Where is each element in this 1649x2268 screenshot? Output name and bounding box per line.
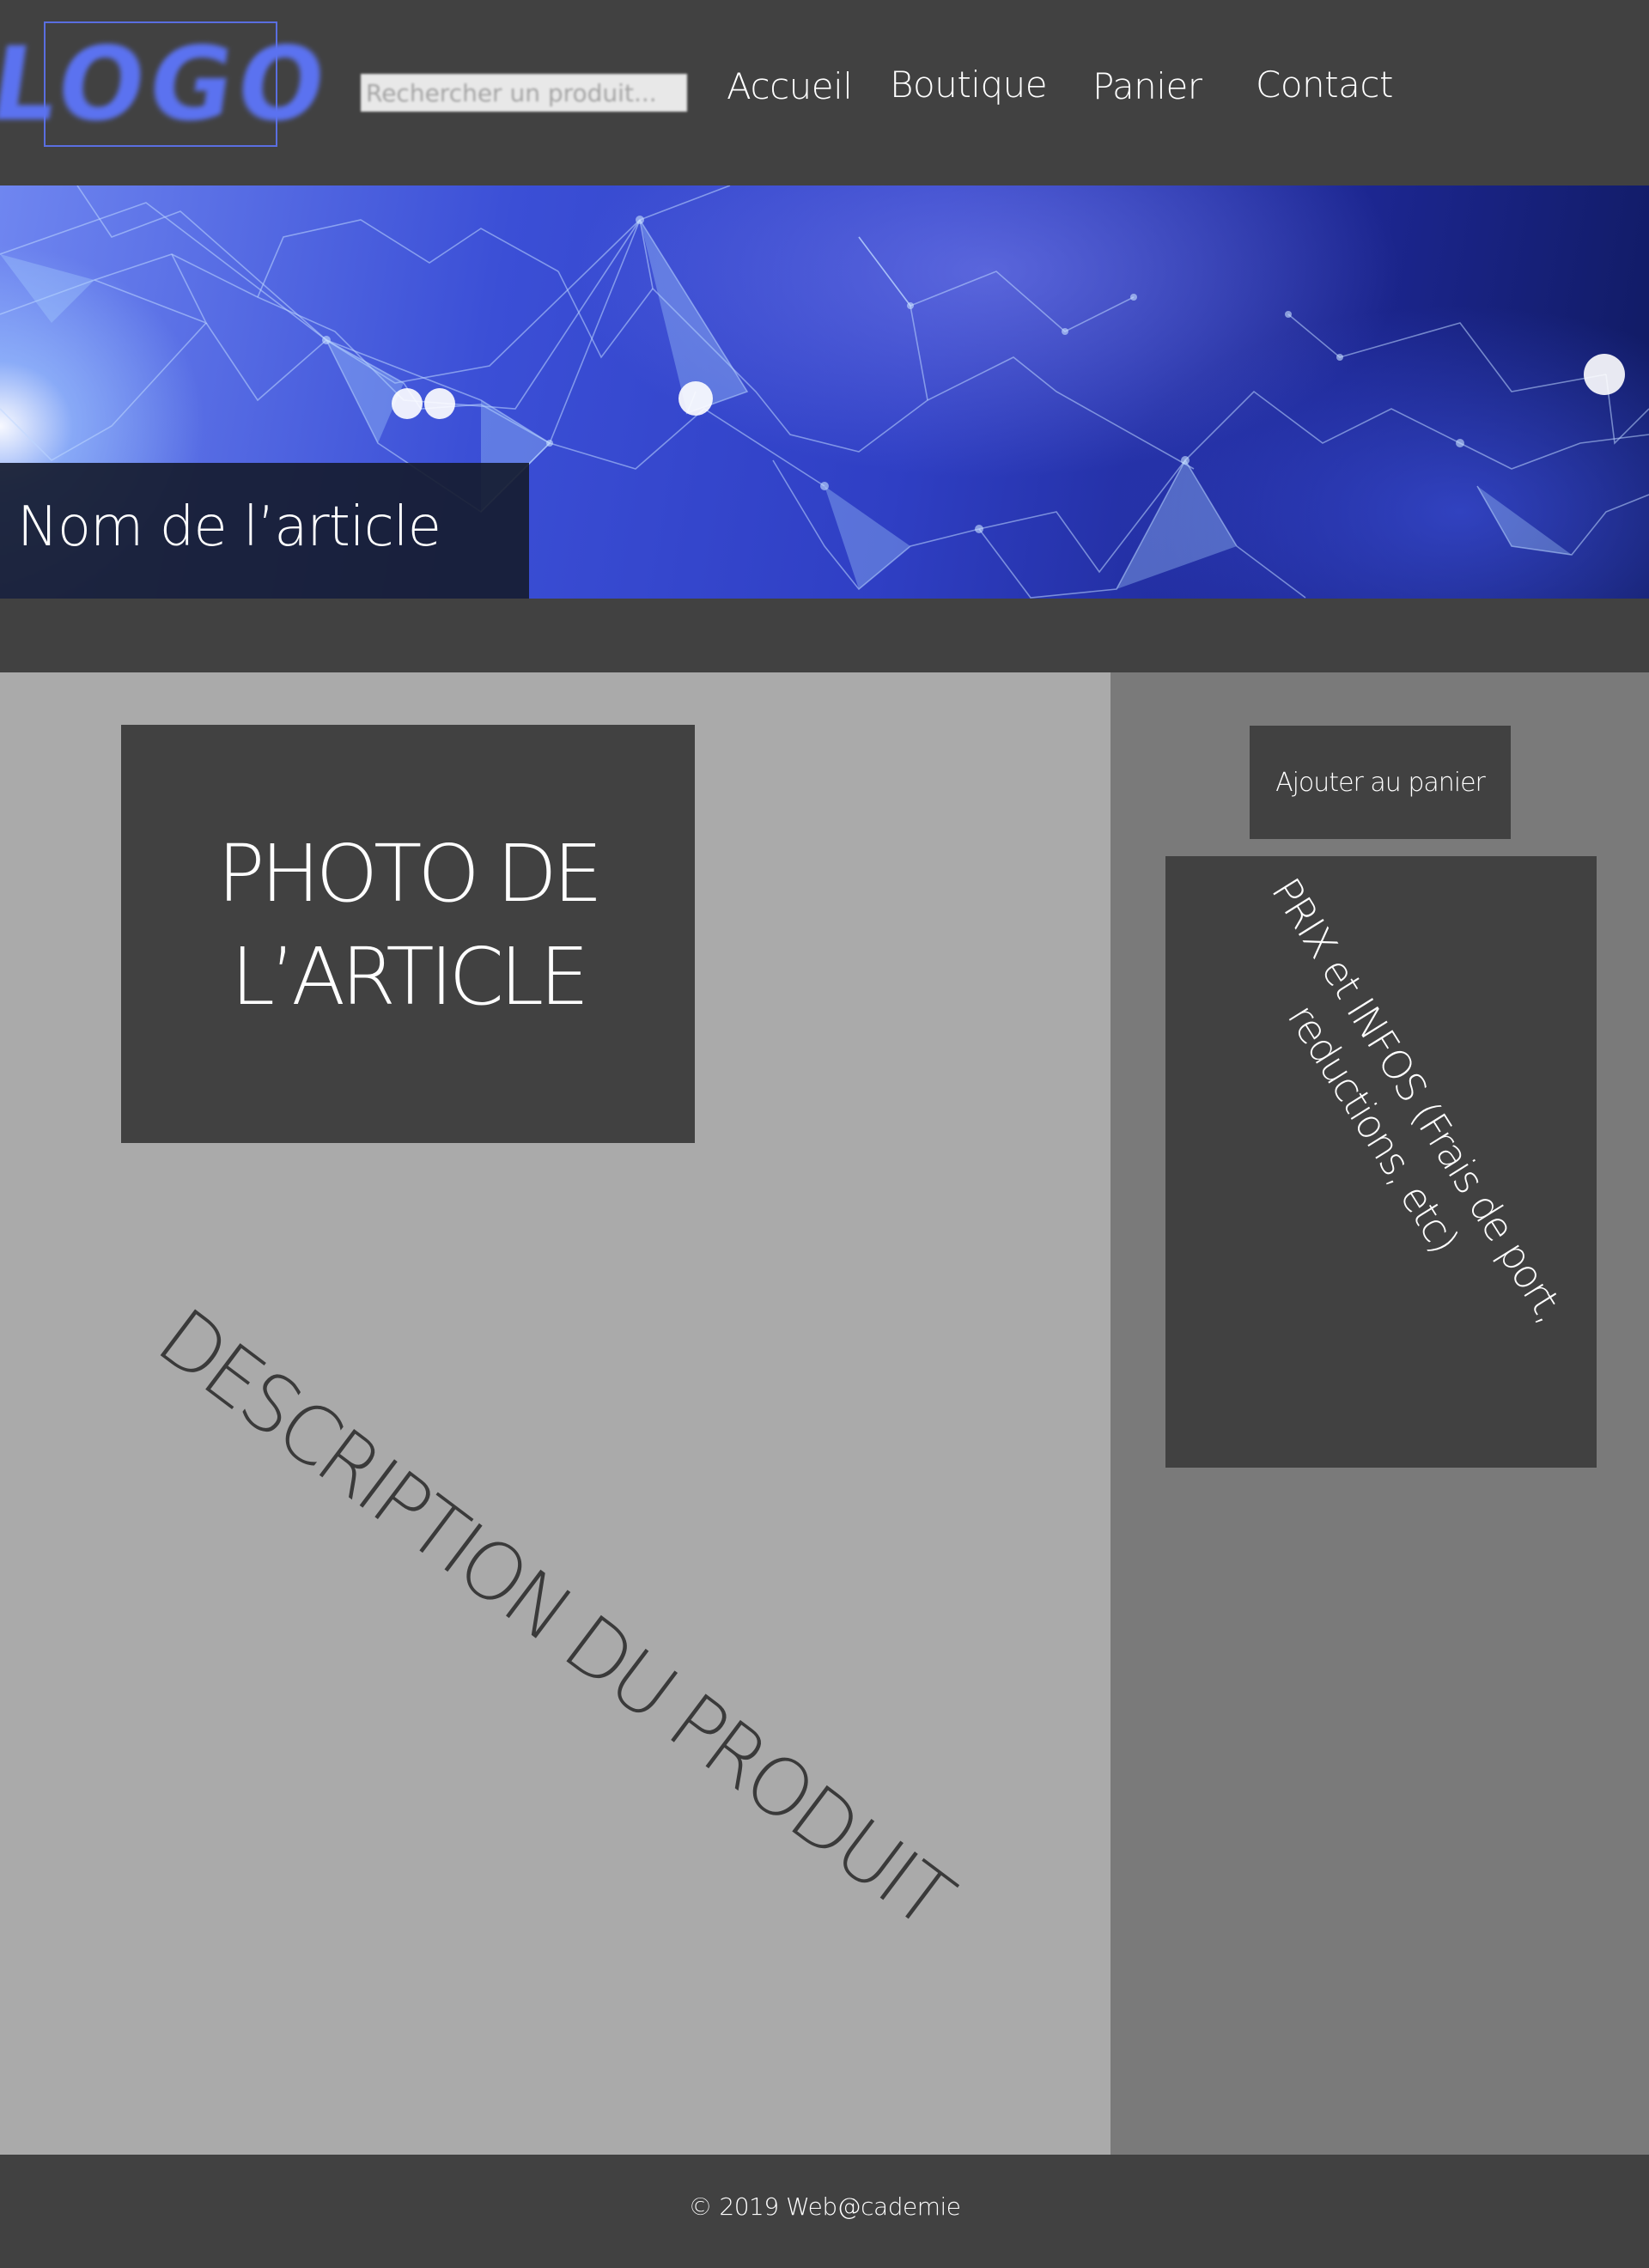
divider-strip xyxy=(0,599,1649,672)
nav-panier[interactable]: Panier xyxy=(1092,65,1202,107)
nav-contact[interactable]: Contact xyxy=(1256,64,1393,106)
article-name-panel: Nom de l’article xyxy=(0,463,529,599)
product-photo-label-line2: L’ARTICLE xyxy=(230,930,590,1023)
product-photo: PHOTO DE L’ARTICLE xyxy=(121,725,695,1143)
site-footer: © 2019 Web@cademie xyxy=(0,2155,1649,2268)
add-to-cart-button[interactable]: Ajouter au panier xyxy=(1250,726,1511,839)
logo-text: LOGO xyxy=(0,25,338,143)
product-main: PHOTO DE L’ARTICLE DESCRIPTION DU PRODUI… xyxy=(0,672,1110,2155)
product-photo-label-line1: PHOTO DE xyxy=(217,827,603,920)
price-info-line2: reductions, etc) xyxy=(1278,995,1468,1261)
nav-accueil[interactable]: Accueil xyxy=(727,65,853,107)
search-input[interactable] xyxy=(361,74,687,112)
price-info-panel: PRIX et INFOS (Frais de port, reductions… xyxy=(1165,856,1597,1468)
logo[interactable]: LOGO xyxy=(0,21,338,147)
copyright-text: © 2019 Web@cademie xyxy=(688,2192,961,2221)
product-sidebar: Ajouter au panier PRIX et INFOS (Frais d… xyxy=(1110,672,1649,2155)
price-info-text: PRIX et INFOS (Frais de port, reductions… xyxy=(1214,868,1577,1359)
nav-boutique[interactable]: Boutique xyxy=(890,64,1048,106)
hero-banner: Nom de l’article xyxy=(0,185,1649,599)
product-description: DESCRIPTION DU PRODUIT xyxy=(141,1291,967,1945)
price-info-line1: PRIX et INFOS (Frais de port, xyxy=(1263,869,1574,1330)
article-name: Nom de l’article xyxy=(17,496,441,559)
product-photo-label: PHOTO DE L’ARTICLE xyxy=(133,823,683,1029)
site-header: LOGO Accueil Boutique Panier Contact xyxy=(0,0,1649,185)
